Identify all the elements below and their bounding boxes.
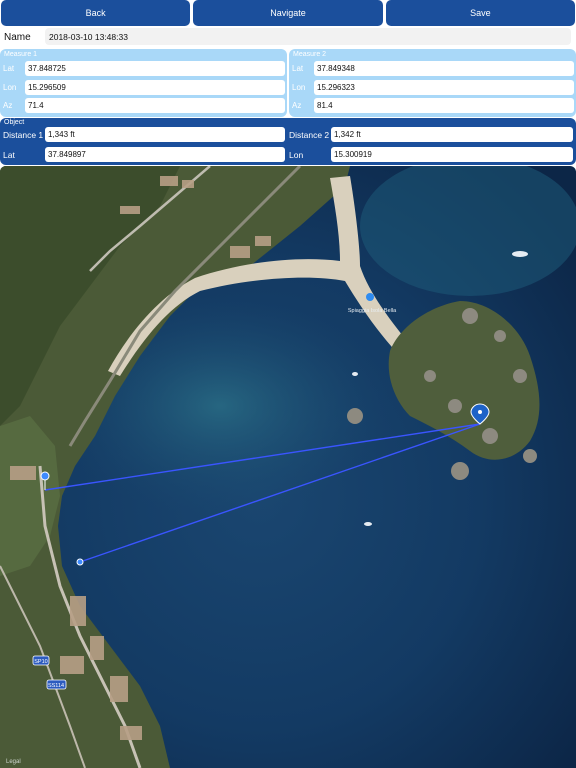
satellite-map[interactable]: Spiaggia Isola Bella SP10 SS114 Legal <box>0 166 576 768</box>
measure-1-lat-row: Lat <box>0 61 287 76</box>
road-shield-ss114: SS114 <box>46 679 67 690</box>
measure-2-lon-row: Lon <box>289 80 576 95</box>
measure-2-az-row: Az <box>289 98 576 113</box>
measure-1-lon-row: Lon <box>0 80 287 95</box>
object-lon-label: Lon <box>289 150 304 160</box>
object-lat-field[interactable] <box>45 147 285 162</box>
name-label: Name <box>4 31 31 43</box>
map-canvas[interactable]: Spiaggia Isola Bella SP10 SS114 <box>0 166 576 768</box>
toolbar: Back Navigate Save <box>0 0 576 26</box>
measure-1-az-label: Az <box>3 101 13 110</box>
measure-1-lat-label: Lat <box>3 64 15 73</box>
object-panel: Object Distance 1 Distance 2 Lat Lon <box>0 118 576 165</box>
save-button[interactable]: Save <box>385 0 575 26</box>
distance-2-label: Distance 2 <box>289 130 330 140</box>
object-lon-field[interactable] <box>331 147 573 162</box>
road-shield-sp10: SP10 <box>32 655 50 666</box>
distance-1-field[interactable] <box>45 127 285 142</box>
measure-2-panel: Measure 2 Lat Lon Az <box>289 49 576 117</box>
road-label-sp10: SP10 <box>34 659 47 665</box>
measure-2-lon-field[interactable] <box>314 80 574 95</box>
legal-link[interactable]: Legal <box>6 759 21 765</box>
measure-1-az-row: Az <box>0 98 287 113</box>
distance-2-field[interactable] <box>331 127 573 142</box>
measure-2-az-field[interactable] <box>314 98 574 113</box>
distance-1-label: Distance 1 <box>3 130 44 140</box>
object-title: Object <box>4 119 25 126</box>
measure-2-lon-label: Lon <box>292 83 306 92</box>
beach-poi-icon <box>366 293 374 301</box>
measure-2-lat-label: Lat <box>292 64 304 73</box>
measure-1-panel: Measure 1 Lat Lon Az <box>0 49 287 117</box>
back-button[interactable]: Back <box>1 0 191 26</box>
measure-2-lat-field[interactable] <box>314 61 574 76</box>
measure-1-lat-field[interactable] <box>25 61 285 76</box>
measure-2-az-label: Az <box>292 101 302 110</box>
object-lat-label: Lat <box>3 150 15 160</box>
info-marker-icon-2 <box>76 558 84 566</box>
measure-2-title: Measure 2 <box>293 51 327 58</box>
measure-1-az-field[interactable] <box>25 98 285 113</box>
measure-2-lat-row: Lat <box>289 61 576 76</box>
name-field[interactable] <box>45 28 571 45</box>
name-row: Name <box>0 27 576 47</box>
measure-1-lon-field[interactable] <box>25 80 285 95</box>
measure-1-lon-label: Lon <box>3 83 17 92</box>
beach-label: Spiaggia Isola Bella <box>348 308 397 314</box>
measure-1-title: Measure 1 <box>4 51 38 58</box>
navigate-button[interactable]: Navigate <box>193 0 383 26</box>
road-label-ss114: SS114 <box>48 683 64 689</box>
